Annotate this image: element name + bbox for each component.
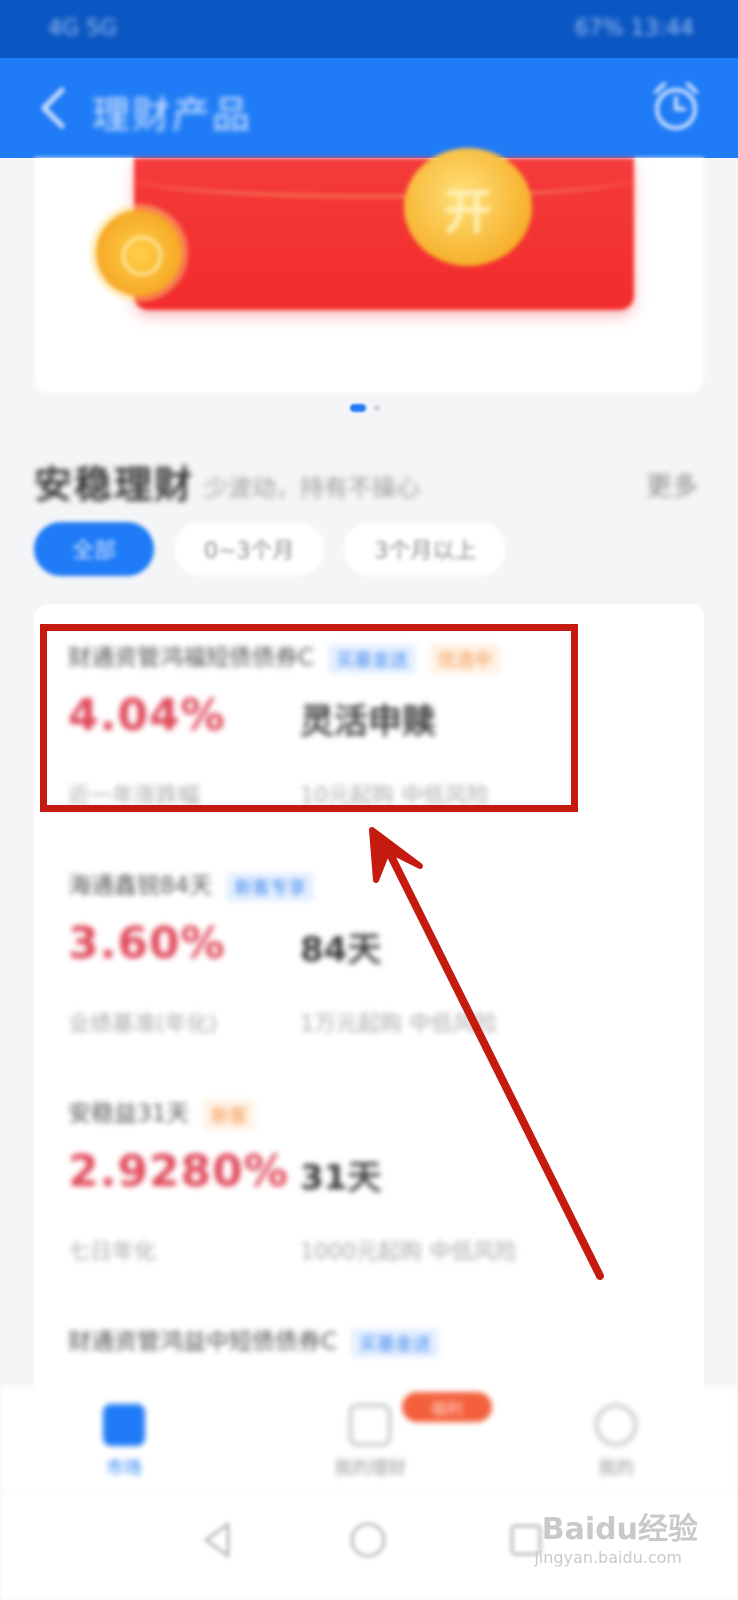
nav-profile[interactable]: 我的 (546, 1404, 686, 1480)
baidu-watermark: Baidu经验 (541, 1512, 698, 1547)
open-label: 开 (443, 184, 492, 240)
product-item[interactable]: 海通鑫锐84天 新客专享 3.60% 84天 业绩基准(年化) 1万元起购 中低风… (68, 866, 688, 1056)
product-desc: 1万元起购 中低风险 (300, 1012, 497, 1037)
page-title: 理财产品 (92, 93, 253, 137)
open-button-coin[interactable]: 开 (404, 148, 532, 266)
envelope-flap (134, 158, 634, 198)
carousel-dot (374, 405, 380, 411)
product-name-text: 安稳益31天 (68, 1101, 190, 1127)
market-icon (103, 1404, 145, 1446)
bottom-nav: 市场 我的理财 福利 我的 (0, 1386, 738, 1492)
product-rate: 3.60% (68, 918, 226, 969)
section-subtitle: 少波动，持有不操心 (204, 474, 420, 502)
battery-clock: 67% 13:44 (574, 16, 694, 41)
product-rate-label: 七日年化 (68, 1240, 157, 1265)
alarm-clock-icon[interactable] (648, 78, 704, 134)
tab-0-3-months[interactable]: 0~3个月 (174, 522, 325, 576)
home-circle-icon[interactable] (346, 1518, 390, 1562)
app-header: 理财产品 (0, 58, 738, 158)
product-desc: 1000元起购 中低风险 (300, 1240, 517, 1265)
product-name-text: 财通资管鸿益中短债债券C (68, 1329, 338, 1355)
nav-market[interactable]: 市场 (54, 1404, 194, 1480)
carousel-indicator (350, 404, 390, 412)
product-term: 31天 (300, 1158, 382, 1198)
app-screen: 4G 5G 67% 13:44 理财产品 开 安稳理财 少波动，持有不操心 更多… (0, 0, 738, 1600)
tab-all[interactable]: 全部 (34, 522, 154, 576)
watermark-url: jingyan.baidu.com (534, 1548, 682, 1567)
portfolio-icon (349, 1404, 391, 1446)
chevron-left-icon[interactable] (34, 86, 74, 130)
product-rate-label: 业绩基准(年化) (68, 1012, 218, 1037)
gold-coin-icon (96, 210, 182, 296)
red-envelope-image: 开 (134, 148, 634, 310)
product-rate: 2.9280% (68, 1146, 289, 1197)
product-tag: 新客专享 (226, 871, 315, 902)
product-name: 安稳益31天 新客 (68, 1094, 256, 1130)
promo-banner[interactable]: 开 (34, 148, 704, 394)
signal-indicator: 4G 5G (48, 16, 118, 41)
product-name: 财通资管鸿益中短债债券C 买基金送 (68, 1322, 440, 1358)
product-term: 84天 (300, 930, 382, 970)
product-item[interactable]: 安稳益31天 新客 2.9280% 31天 七日年化 1000元起购 中低风险 (68, 1094, 688, 1284)
welfare-badge: 福利 (402, 1392, 492, 1422)
nav-label: 市场 (106, 1458, 142, 1479)
annotation-highlight-box (40, 624, 578, 812)
filter-tabs: 全部 0~3个月 3个月以上 (34, 522, 507, 576)
tab-3-months-plus[interactable]: 3个月以上 (344, 522, 507, 576)
more-link[interactable]: 更多 (646, 466, 698, 503)
product-tag: 买基金送 (351, 1327, 440, 1358)
nav-label: 我的 (598, 1458, 634, 1479)
product-name-text: 海通鑫锐84天 (68, 873, 213, 899)
section-title: 安稳理财 (34, 463, 195, 507)
profile-icon (595, 1404, 637, 1446)
product-name: 海通鑫锐84天 新客专享 (68, 866, 315, 902)
carousel-dot-active (350, 404, 366, 412)
product-tag: 新客 (203, 1099, 256, 1130)
status-bar: 4G 5G 67% 13:44 (0, 0, 738, 58)
back-triangle-icon[interactable] (196, 1518, 240, 1562)
nav-label: 我的理财 (334, 1458, 406, 1479)
